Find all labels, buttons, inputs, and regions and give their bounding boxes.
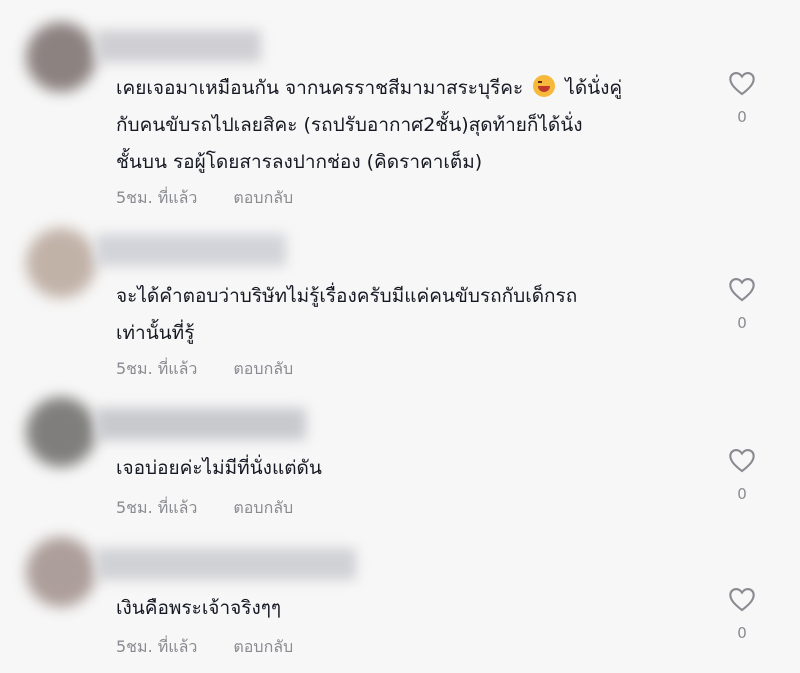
- like-count: 0: [737, 108, 747, 126]
- comment-meta: 5ชม. ที่แล้ว ตอบกลับ: [116, 357, 293, 382]
- comment-time: 5ชม. ที่แล้ว: [116, 188, 198, 207]
- comment-text: เคยเจอมาเหมือนกัน จากนครราชสีมามาสระบุรี…: [116, 70, 716, 181]
- avatar[interactable]: [26, 228, 96, 298]
- username-blurred[interactable]: [96, 548, 356, 580]
- heart-icon: [729, 449, 755, 473]
- like-button[interactable]: 0: [726, 70, 758, 126]
- comment-meta: 5ชม. ที่แล้ว ตอบกลับ: [116, 496, 293, 521]
- username-blurred[interactable]: [96, 30, 261, 62]
- like-count: 0: [737, 314, 747, 332]
- laughing-face-emoji-icon: [533, 75, 556, 97]
- heart-icon: [729, 278, 755, 302]
- comment-time: 5ชม. ที่แล้ว: [116, 498, 198, 517]
- comment-time: 5ชม. ที่แล้ว: [116, 359, 198, 378]
- like-count: 0: [737, 485, 747, 503]
- reply-button[interactable]: ตอบกลับ: [233, 635, 293, 660]
- like-button[interactable]: 0: [726, 276, 758, 332]
- reply-button[interactable]: ตอบกลับ: [233, 186, 293, 211]
- comment-text: เงินคือพระเจ้าจริงๆๆ: [116, 597, 282, 619]
- heart-icon: [729, 588, 755, 612]
- like-count: 0: [737, 624, 747, 642]
- comment-meta: 5ชม. ที่แล้ว ตอบกลับ: [116, 635, 293, 660]
- avatar[interactable]: [26, 22, 96, 92]
- comment-text: เจอบ่อยค่ะไม่มีที่นั่งแต่ดัน: [116, 457, 322, 479]
- reply-button[interactable]: ตอบกลับ: [233, 357, 293, 382]
- reply-button[interactable]: ตอบกลับ: [233, 496, 293, 521]
- avatar[interactable]: [26, 537, 96, 607]
- comment-meta: 5ชม. ที่แล้ว ตอบกลับ: [116, 186, 293, 211]
- username-blurred[interactable]: [96, 408, 306, 440]
- username-blurred[interactable]: [96, 234, 286, 266]
- comment-text: จะได้คำตอบว่าบริษัทไม่รู้เรื่องครับมีแค่…: [116, 285, 578, 344]
- like-button[interactable]: 0: [726, 447, 758, 503]
- heart-icon: [729, 72, 755, 96]
- comment-text-part: เคยเจอมาเหมือนกัน จากนครราชสีมามาสระบุรี…: [116, 77, 530, 99]
- comment-time: 5ชม. ที่แล้ว: [116, 637, 198, 656]
- avatar[interactable]: [26, 397, 96, 467]
- like-button[interactable]: 0: [726, 586, 758, 642]
